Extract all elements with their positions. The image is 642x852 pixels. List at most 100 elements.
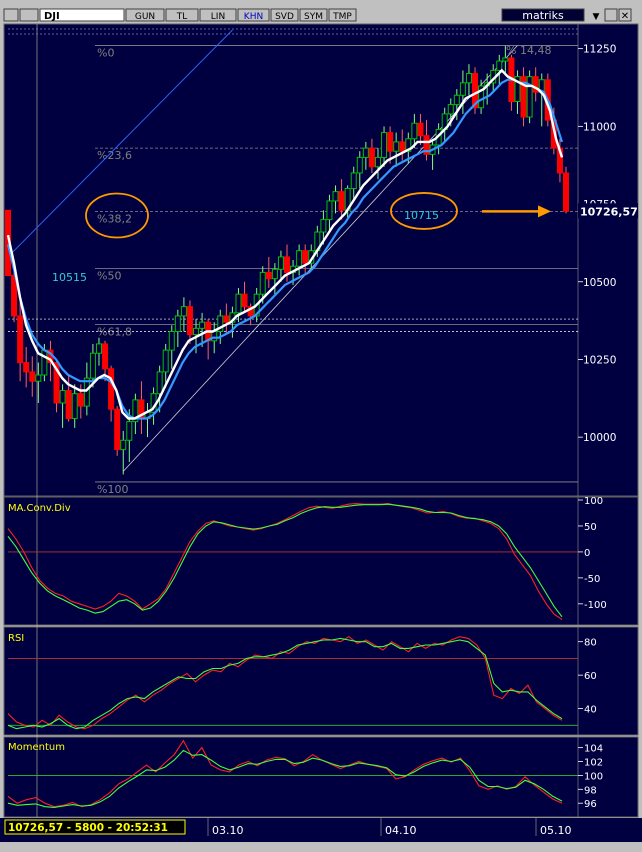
status-value: 10726,57 - 5800 - 20:52:31: [8, 822, 168, 834]
indicator-axis-label: 60: [584, 671, 597, 682]
candle-body: [563, 172, 569, 212]
candle-body: [126, 421, 133, 441]
candle-body: [89, 352, 96, 379]
toolbar-button-label: SYM: [304, 12, 323, 22]
candle-body: [362, 147, 369, 158]
fib-level-label: %100: [97, 483, 128, 496]
candle-body: [326, 200, 333, 221]
candle-body: [338, 191, 345, 211]
rsi-panel[interactable]: [3, 626, 639, 736]
date-label: 05.10: [540, 824, 572, 837]
brand-logo: matriks: [522, 9, 564, 22]
toolbar-button-label: TL: [176, 12, 188, 22]
macd-panel[interactable]: [3, 496, 639, 626]
candle-body: [296, 250, 303, 267]
candle-body: [83, 377, 90, 407]
candle-body: [193, 327, 200, 336]
toolbar-button-label: TMP: [332, 12, 352, 22]
candle-body: [259, 271, 266, 295]
indicator-axis-label: 104: [584, 744, 603, 755]
candle-body: [17, 315, 24, 364]
candle-body: [265, 271, 272, 280]
candle-body: [496, 60, 503, 71]
candle-body: [387, 132, 394, 152]
candle-body: [223, 315, 230, 323]
candle-body: [374, 156, 381, 168]
candle-body: [320, 219, 327, 233]
price-axis-label: 10000: [583, 432, 616, 444]
candle-body: [277, 256, 284, 270]
candle-body: [180, 306, 187, 317]
minimize-icon[interactable]: [604, 8, 618, 22]
dropdown-icon[interactable]: ▼: [593, 12, 600, 22]
candle-body: [59, 390, 66, 404]
indicator-axis-label: -50: [584, 574, 600, 585]
candle-body: [332, 191, 339, 202]
candle-body: [235, 293, 242, 314]
fib-level-label: %0: [97, 47, 114, 60]
candle-body: [120, 439, 127, 451]
candle-body: [356, 156, 363, 174]
fib-level-label: %38,2: [97, 213, 132, 226]
candle-body: [350, 172, 357, 190]
fib-level-label: %23,6: [97, 149, 132, 162]
indicator-axis-label: 100: [584, 771, 603, 782]
candle-body: [411, 122, 418, 140]
indicator-axis-label: 102: [584, 758, 603, 769]
candle-body: [302, 250, 309, 264]
rsi-title: RSI: [8, 633, 24, 644]
candle-body: [23, 362, 30, 373]
candle-body: [102, 343, 109, 370]
candle-body: [502, 57, 509, 62]
candle-body: [211, 330, 218, 342]
momentum-panel[interactable]: [3, 736, 639, 818]
date-label: 04.10: [385, 824, 417, 837]
date-label: 03.10: [212, 824, 244, 837]
price-annotation: 10515: [52, 271, 87, 284]
price-axis-label: 10250: [583, 354, 616, 366]
candle-body: [174, 315, 181, 332]
price-axis-label: 11000: [583, 121, 616, 133]
price-axis-label: 11250: [583, 44, 616, 56]
indicator-axis-label: -100: [584, 600, 607, 611]
candle-body: [29, 371, 36, 382]
price-annotation: 10715: [404, 209, 439, 222]
candle-body: [459, 82, 466, 96]
candle-body: [41, 349, 48, 376]
toolbar-buttons: GUN TL LIN KHN SVD SYM TMP: [125, 8, 357, 22]
candle-body: [393, 141, 400, 152]
candle-body: [381, 132, 388, 158]
indicator-axis-label: 98: [584, 785, 597, 796]
macd-title: MA.Conv.Div: [8, 503, 71, 514]
candle-body: [35, 374, 42, 382]
price-axis-label: 10500: [583, 277, 616, 289]
candle-body: [114, 408, 121, 451]
indicator-axis-label: 0: [584, 548, 590, 559]
toolbar-button-label: KHN: [244, 12, 263, 22]
indicator-axis-label: 100: [584, 496, 603, 507]
candle-body: [199, 321, 206, 329]
candle-body: [108, 368, 115, 410]
menu-icon[interactable]: [19, 8, 39, 22]
svg-text:✕: ✕: [621, 11, 629, 22]
window-icon[interactable]: [3, 8, 19, 22]
indicator-axis-label: 96: [584, 799, 597, 810]
candle-body: [186, 306, 193, 336]
candle-body: [168, 330, 175, 351]
candle-body: [399, 141, 406, 152]
toolbar-button-label: LIN: [211, 12, 225, 22]
candle-body: [453, 94, 460, 106]
indicator-axis-label: 50: [584, 522, 597, 533]
symbol-label: DJI: [44, 11, 60, 22]
candle-body: [162, 349, 169, 373]
percent-change-label: % 14,48: [506, 44, 551, 57]
toolbar-button-label: SVD: [275, 12, 294, 22]
candle-body: [447, 104, 454, 115]
candle-body: [241, 293, 248, 308]
candle-body: [71, 393, 78, 420]
candle-body: [417, 122, 424, 137]
toolbar-button-label: GUN: [135, 12, 155, 22]
fib-level-label: %50: [97, 269, 121, 282]
candle-body: [95, 343, 102, 354]
candle-body: [368, 147, 375, 168]
